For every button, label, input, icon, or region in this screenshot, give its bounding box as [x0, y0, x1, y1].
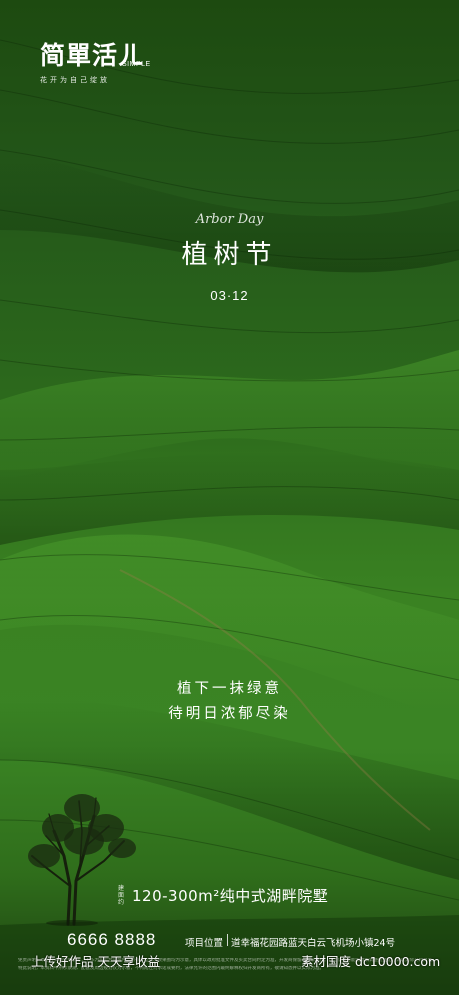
- script-subtitle: Arbor Day: [195, 212, 264, 227]
- logo-english: SIMPLE: [122, 61, 151, 68]
- project-area-row: 建面约 120-300m²纯中式湖畔院墅: [118, 885, 328, 906]
- watermark-right: 素材国度 dc10000.com: [301, 954, 441, 969]
- phone-number: 6666 8888: [67, 930, 157, 949]
- watermark-left: 上传好作品 天天享收益: [31, 954, 160, 969]
- event-title: 植树节: [181, 240, 278, 270]
- arbor-day-poster: 简單活ㄦ SIMPLE 花开为自己绽放 Arbor Day 植树节 03·12 …: [0, 0, 459, 995]
- slogan-line-1: 植下一抹绿意: [177, 681, 282, 697]
- address-divider: [227, 934, 228, 946]
- area-description: 120-300m²纯中式湖畔院墅: [132, 887, 329, 905]
- brand-logo: 简單活ㄦ SIMPLE 花开为自己绽放: [40, 42, 150, 85]
- address-text: 道幸福花园路蓝天白云飞机场小镇24号: [231, 938, 396, 949]
- logo-tagline: 花开为自己绽放: [40, 76, 110, 84]
- event-date: 03·12: [210, 288, 249, 303]
- area-prefix: 建面约: [118, 885, 125, 906]
- slogan-line-2: 待明日浓郁尽染: [168, 706, 291, 722]
- address-label: 项目位置: [185, 938, 224, 949]
